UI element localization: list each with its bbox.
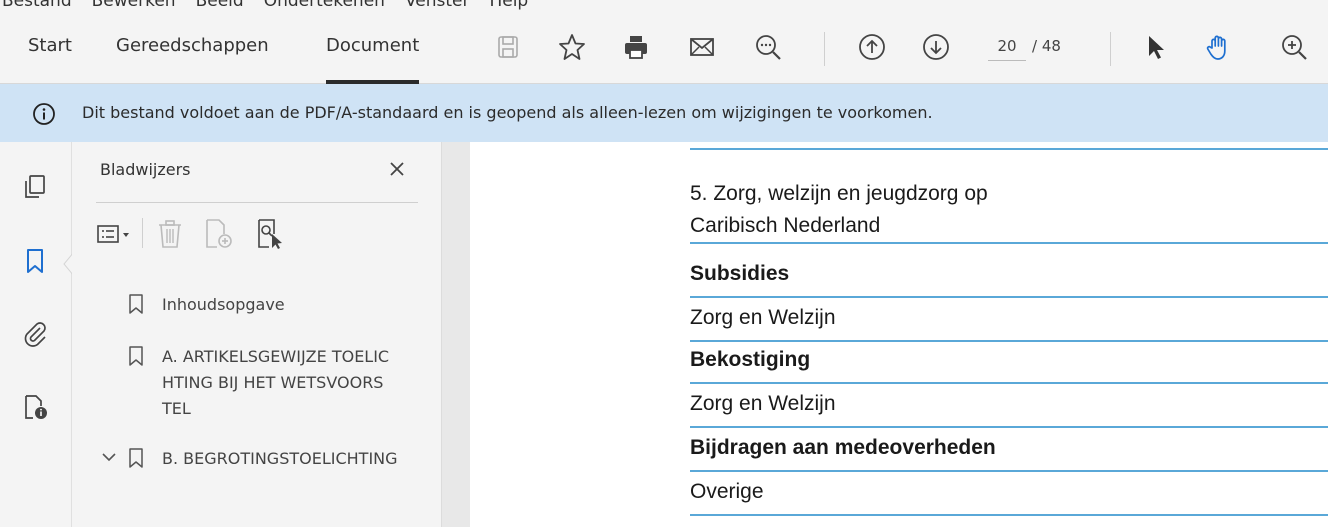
toolbar-divider [1110,32,1111,66]
row-text: 5. Zorg, welzijn en jeugdzorg op [690,182,988,205]
chevron-down-icon[interactable] [100,448,118,466]
bookmarks-panel: Bladwijzers Inhoudsopgave A. ARTIKELSGEW… [72,142,442,527]
tab-gereedschappen[interactable]: Gereedschappen [116,14,269,84]
page-count: / 48 [1032,37,1061,55]
print-icon[interactable] [620,31,652,63]
tab-start[interactable]: Start [28,14,72,84]
bookmark-label: Inhoudsopgave [162,295,285,314]
pdfa-info-banner: Dit bestand voldoet aan de PDF/A-standaa… [0,84,1328,142]
toolbar-divider [824,32,825,66]
menu-bewerken[interactable]: Bewerken [92,0,176,11]
star-icon[interactable] [556,31,588,63]
page-down-icon[interactable] [920,31,952,63]
options-icon[interactable] [96,216,132,252]
navigation-rail [0,142,74,527]
bookmark-icon [129,448,143,468]
tab-document[interactable]: Document [326,14,420,84]
zoom-in-icon[interactable] [1278,31,1310,63]
table-row: Bekostiging [690,342,1328,384]
toolbar: Start Gereedschappen Document 20 / 48 [0,14,1328,84]
pdf-page: 5. Zorg, welzijn en jeugdzorg op Caribis… [470,142,1328,527]
tool-divider [142,218,143,248]
panel-divider [96,202,418,203]
attachment-icon[interactable] [20,318,50,348]
pages-icon[interactable] [20,172,50,202]
bookmark-icon [129,346,143,366]
menu-bar: Bestand Bewerken Beeld Ondertekenen Vens… [0,0,1328,14]
table-row: Zorg en Welzijn [690,298,1328,342]
new-bookmark-icon[interactable] [200,216,236,252]
bookmark-label: A. ARTIKELSGEWIJZE TOELICHTING BIJ HET W… [162,347,390,418]
bookmark-label: B. BEGROTINGSTOELICHTING [162,449,398,468]
table-row: Bijdragen aan medeoverheden [690,428,1328,472]
close-icon[interactable] [386,158,408,180]
table-row: Overige [690,472,1328,516]
security-icon[interactable] [20,392,50,422]
row-text: Caribisch Nederland [690,214,881,237]
table-row: Zorg en Welzijn [690,384,1328,428]
save-icon[interactable] [492,31,524,63]
info-icon [33,103,55,125]
select-cursor-icon[interactable] [1140,31,1172,63]
menu-help[interactable]: Help [489,0,528,11]
row-text: Bekostiging [690,348,811,371]
page-up-icon[interactable] [856,31,888,63]
bookmark-icon [129,294,143,314]
table-row: 5. Zorg, welzijn en jeugdzorg op [690,182,1328,210]
row-text: Bijdragen aan medeoverheden [690,436,996,459]
row-text: Overige [690,480,764,503]
bookmark-search-icon[interactable] [252,216,288,252]
table-row: Caribisch Nederland [690,214,1328,244]
row-text: Subsidies [690,262,790,285]
panel-title: Bladwijzers [100,160,191,179]
hand-tool-icon[interactable] [1202,31,1234,63]
table-rule [690,148,1328,172]
table-row: Subsidies [690,258,1328,298]
delete-icon[interactable] [152,216,188,252]
row-text: Zorg en Welzijn [690,392,836,415]
bookmark-icon[interactable] [20,246,50,276]
menu-ondertekenen[interactable]: Ondertekenen [264,0,385,11]
page-number-input[interactable]: 20 [988,31,1026,61]
banner-message: Dit bestand voldoet aan de PDF/A-standaa… [82,103,933,122]
search-icon[interactable] [752,31,784,63]
menu-beeld[interactable]: Beeld [196,0,244,11]
menu-venster[interactable]: Venster [405,0,470,11]
mail-icon[interactable] [686,31,718,63]
menu-bestand[interactable]: Bestand [2,0,72,11]
row-text: Zorg en Welzijn [690,306,836,329]
